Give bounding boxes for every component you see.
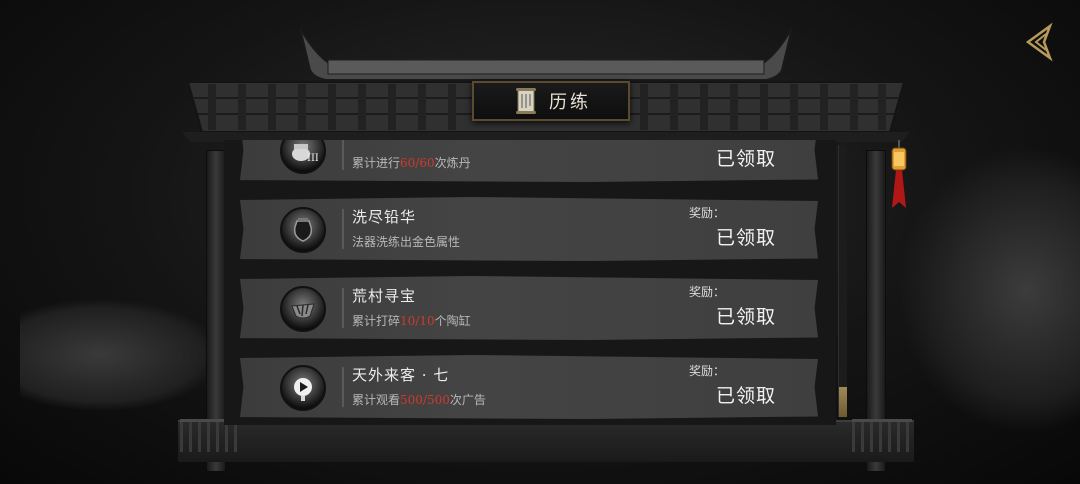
task-item[interactable]: III 累计进行60/60次炼丹 已领取 xyxy=(240,140,818,182)
task-divider xyxy=(342,140,344,170)
task-item[interactable]: 洗尽铅华 法器洗练出金色属性 奖励： 已领取 xyxy=(240,197,818,261)
back-arrow-icon xyxy=(1025,22,1053,62)
broken-pot-icon xyxy=(280,286,326,332)
task-description: 法器洗练出金色属性 xyxy=(352,235,461,249)
task-divider xyxy=(342,288,344,328)
task-progress: 10/10 xyxy=(400,314,435,328)
task-description: 累计观看500/500次广告 xyxy=(352,393,486,407)
scrollbar-thumb[interactable] xyxy=(839,387,847,417)
task-description: 累计进行60/60次炼丹 xyxy=(352,156,471,170)
pavilion-base xyxy=(178,420,914,462)
task-description: 累计打碎10/10个陶缸 xyxy=(352,314,471,328)
task-progress: 500/500 xyxy=(400,393,450,407)
cauldron-icon: III xyxy=(280,140,326,174)
claimed-status[interactable]: 已领取 xyxy=(716,381,776,408)
video-play-icon xyxy=(280,365,326,411)
claimed-status[interactable]: 已领取 xyxy=(716,302,776,329)
reward-label: 奖励： xyxy=(689,206,726,220)
scroll-icon xyxy=(516,88,536,114)
task-progress: 60/60 xyxy=(400,156,435,170)
task-name: 洗尽铅华 xyxy=(352,208,417,226)
task-item[interactable]: 天外来客 · 七 累计观看500/500次广告 奖励： 已领取 xyxy=(240,355,818,419)
back-button[interactable] xyxy=(1018,20,1062,64)
title-plaque: 历练 xyxy=(472,81,630,121)
page-title: 历练 xyxy=(549,92,591,113)
reward-label: 奖励： xyxy=(689,285,726,299)
task-divider xyxy=(342,367,344,407)
lantern-icon xyxy=(891,140,907,208)
task-list[interactable]: III 累计进行60/60次炼丹 已领取 洗尽铅华 法器洗练出金色属性 奖励： … xyxy=(224,140,836,425)
task-name: 天外来客 · 七 xyxy=(352,366,450,384)
claimed-status[interactable]: 已领取 xyxy=(716,144,776,171)
reward-label: 奖励： xyxy=(689,364,726,378)
railing-right xyxy=(852,419,912,452)
background-rock-right xyxy=(900,150,1080,430)
task-divider xyxy=(342,209,344,249)
urn-icon xyxy=(280,207,326,253)
claimed-status[interactable]: 已领取 xyxy=(716,223,776,250)
task-name: 荒村寻宝 xyxy=(352,287,417,305)
scrollbar[interactable] xyxy=(838,145,847,417)
task-item[interactable]: 荒村寻宝 累计打碎10/10个陶缸 奖励： 已领取 xyxy=(240,276,818,340)
svg-text:III: III xyxy=(307,153,318,164)
